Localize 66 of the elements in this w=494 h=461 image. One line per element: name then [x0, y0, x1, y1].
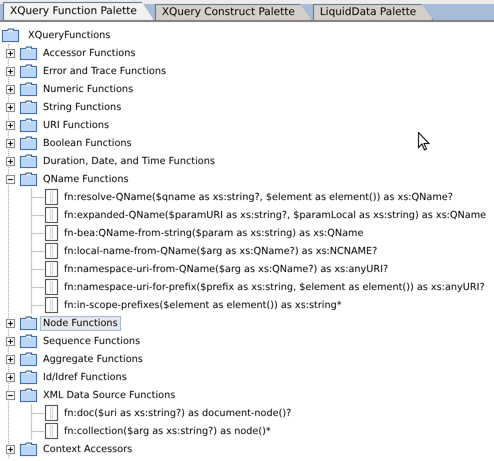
expand-icon[interactable] [6, 84, 15, 94]
tree-item[interactable]: XQueryFunctions [25, 28, 114, 42]
function-icon [45, 297, 58, 313]
tab[interactable]: LiquidData Palette [312, 4, 434, 20]
function-icon [45, 225, 58, 241]
folder-icon [20, 82, 37, 96]
tree-item[interactable]: fn:doc($uri as xs:string?) as document-node()? [61, 406, 294, 420]
folder-icon [20, 64, 37, 78]
collapse-icon[interactable] [6, 390, 15, 400]
tree-item[interactable]: fn:resolve-QName($qname as xs:string?, $element as element()) as xs:QName? [61, 190, 456, 204]
tree-item[interactable]: Id/Idref Functions [40, 370, 130, 384]
tree-item[interactable]: fn:collection($arg as xs:string?) as node()* [61, 424, 274, 438]
expand-icon[interactable] [6, 120, 15, 130]
tree-item[interactable]: Duration, Date, and Time Functions [40, 154, 218, 168]
tree-item[interactable]: fn:namespace-uri-from-QName($arg as xs:QName?) as xs:anyURI? [61, 262, 392, 276]
tree-item[interactable]: fn:namespace-uri-for-prefix($prefix as xs:string, $element as element()) as xs:anyURI? [61, 280, 488, 294]
folder-icon [20, 352, 37, 366]
function-icon [45, 279, 58, 295]
function-icon [45, 189, 58, 205]
folder-icon [2, 28, 19, 42]
folder-icon [20, 46, 37, 60]
tree-item[interactable]: fn:expanded-QName($paramURI as xs:string?, $paramLocal as xs:string) as xs:QName [61, 208, 490, 222]
function-icon [45, 261, 58, 277]
expand-icon[interactable] [6, 372, 15, 382]
tree-item[interactable]: fn-bea:QName-from-string($param as xs:string) as xs:QName [61, 226, 366, 240]
folder-icon [20, 334, 37, 348]
tree-item[interactable]: XML Data Source Functions [40, 388, 178, 402]
folder-icon [20, 172, 37, 186]
folder-icon [20, 118, 37, 132]
folder-icon [20, 100, 37, 114]
expand-icon[interactable] [6, 66, 15, 76]
tree-item[interactable]: Aggregate Functions [40, 352, 146, 366]
expand-icon[interactable] [6, 138, 15, 148]
folder-icon [20, 370, 37, 384]
tree-item[interactable]: QName Functions [40, 172, 132, 186]
expand-icon[interactable] [6, 354, 15, 364]
tree-item[interactable]: Node Functions [40, 316, 121, 330]
mouse-pointer-icon [418, 132, 430, 151]
tree-item[interactable]: fn:local-name-from-QName($arg as xs:QName?) as xs:NCNAME? [61, 244, 380, 258]
tab[interactable]: XQuery Function Palette [3, 2, 154, 20]
tree-item[interactable]: Accessor Functions [40, 46, 138, 60]
folder-icon [20, 316, 37, 330]
function-icon [45, 207, 58, 223]
collapse-icon[interactable] [6, 174, 15, 184]
expand-icon[interactable] [6, 318, 15, 328]
function-icon [45, 243, 58, 259]
expand-icon[interactable] [6, 156, 15, 166]
tree-item[interactable]: URI Functions [40, 118, 112, 132]
tree-item[interactable]: Boolean Functions [40, 136, 135, 150]
tree-item[interactable]: Numeric Functions [40, 82, 136, 96]
expand-icon[interactable] [6, 444, 15, 454]
tree-item[interactable]: String Functions [40, 100, 124, 114]
function-icon [45, 405, 58, 421]
folder-icon [20, 442, 37, 456]
tree-item[interactable]: fn:in-scope-prefixes($element as element()) as xs:string* [61, 298, 345, 312]
expand-icon[interactable] [6, 336, 15, 346]
folder-icon [20, 154, 37, 168]
tree-item[interactable]: Context Accessors [40, 442, 136, 456]
folder-icon [20, 388, 37, 402]
tree-item[interactable]: Error and Trace Functions [40, 64, 170, 78]
folder-icon [20, 136, 37, 150]
tree-item[interactable]: Sequence Functions [40, 334, 144, 348]
tab[interactable]: XQuery Construct Palette [154, 4, 312, 20]
expand-icon[interactable] [6, 48, 15, 58]
expand-icon[interactable] [6, 102, 15, 112]
function-icon [45, 423, 58, 439]
